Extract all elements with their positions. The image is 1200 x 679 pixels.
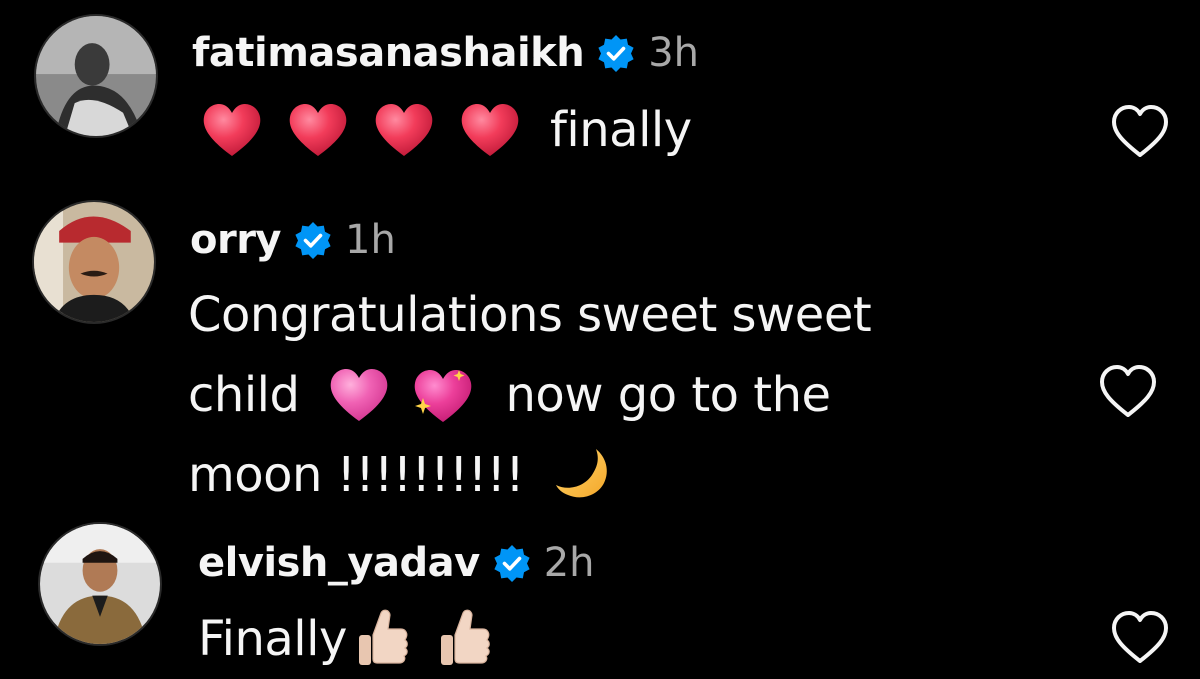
comment-time: 3h <box>648 30 700 76</box>
comment-text: Finally <box>198 611 347 667</box>
crescent-moon-emoji <box>554 445 614 505</box>
like-heart-icon[interactable] <box>1110 104 1170 160</box>
like-heart-icon[interactable] <box>1098 364 1158 420</box>
avatar[interactable] <box>34 14 158 138</box>
comment-time: 1h <box>345 217 396 263</box>
like-heart-icon[interactable] <box>1110 610 1170 666</box>
sparkling-heart-emoji <box>409 364 475 426</box>
thumbs-up-emoji <box>355 607 409 671</box>
pink-heart-emoji <box>327 365 391 425</box>
red-heart-emoji <box>372 100 436 160</box>
verified-badge-icon <box>596 33 636 73</box>
verified-badge-icon <box>293 220 333 260</box>
comment-text-line: Congratulations sweet sweet <box>188 287 872 343</box>
thumbs-up-emoji <box>437 607 491 671</box>
comment-text-line: moon !!!!!!!!!! <box>188 447 525 503</box>
comment-text-line: child <box>188 367 300 423</box>
red-heart-emoji <box>286 100 350 160</box>
comment-text-line: now go to the <box>505 367 831 423</box>
avatar[interactable] <box>38 522 162 646</box>
red-heart-emoji <box>200 100 264 160</box>
comment-text: finally <box>550 102 692 158</box>
verified-badge-icon <box>492 543 532 583</box>
username[interactable]: elvish_yadav <box>198 540 480 586</box>
username[interactable]: orry <box>190 217 282 263</box>
comment-time: 2h <box>543 540 595 586</box>
avatar[interactable] <box>32 200 156 324</box>
username[interactable]: fatimasanashaikh <box>192 30 585 76</box>
red-heart-emoji <box>458 100 522 160</box>
